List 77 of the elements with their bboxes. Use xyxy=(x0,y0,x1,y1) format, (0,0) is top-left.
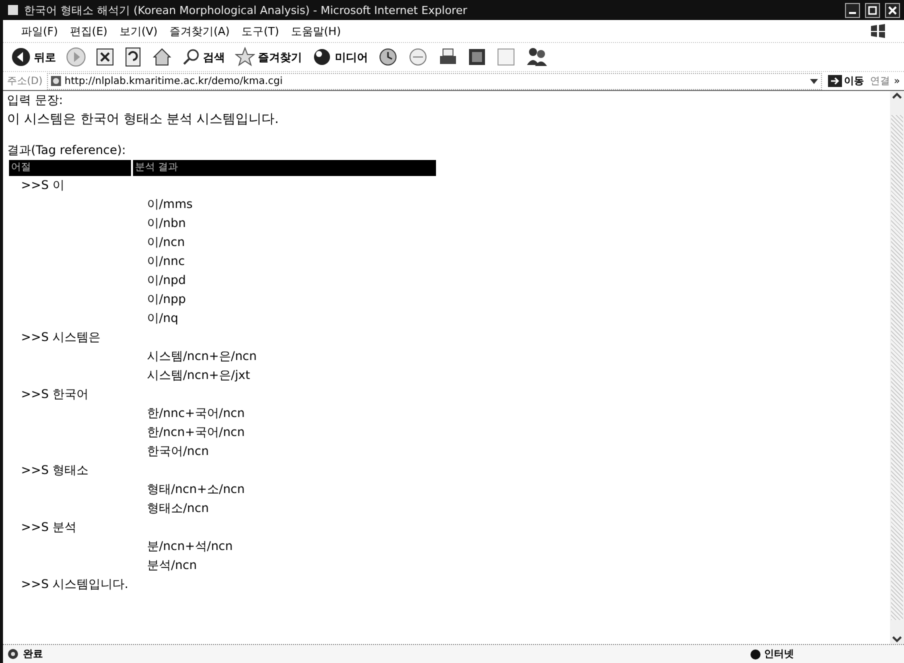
word-text: >>S 시스템입니다. xyxy=(20,576,130,593)
menu-item[interactable]: 편집(E) xyxy=(70,24,108,38)
word-text: >>S 형태소 xyxy=(20,462,90,479)
go-button[interactable]: 이동 xyxy=(826,74,866,88)
address-label: 주소(D) xyxy=(7,75,43,88)
menu-item[interactable]: 도움말(H) xyxy=(291,24,341,38)
address-field[interactable]: http://nlplab.kmaritime.ac.kr/demo/kma.cgi xyxy=(46,72,822,90)
analysis-text: 분/ncn+석/ncn xyxy=(146,538,234,555)
media-icon xyxy=(312,47,332,67)
browser-icon xyxy=(7,4,19,16)
column-header: 어절 xyxy=(9,160,131,176)
minimize-icon xyxy=(849,12,856,14)
zone-text: 인터넷 xyxy=(764,648,794,661)
analysis-text: 한국어/ncn xyxy=(146,443,210,460)
analysis-text: 이/nbn xyxy=(146,215,187,232)
menu-item[interactable]: 도구(T) xyxy=(242,24,279,38)
maximize-button[interactable] xyxy=(865,2,880,18)
analysis-text: 형태/ncn+소/ncn xyxy=(146,481,246,498)
dropdown-icon xyxy=(808,76,819,86)
input-sentence: 이 시스템은 한국어 형태소 분석 시스템입니다. xyxy=(7,111,280,129)
menu-item[interactable]: 즐겨찾기(A) xyxy=(170,24,230,38)
maximize-icon xyxy=(868,6,877,14)
analysis-text: 시스템/ncn+은/ncn xyxy=(146,348,258,365)
result-label: 결과(Tag reference): xyxy=(7,142,127,159)
more-button[interactable]: » xyxy=(894,76,900,86)
analysis-text: 한/ncn+국어/ncn xyxy=(146,424,246,441)
analysis-text: 이/ncn xyxy=(146,234,186,251)
analysis-text: 이/npd xyxy=(146,272,187,289)
close-icon xyxy=(888,6,897,14)
home-icon xyxy=(152,47,172,67)
analysis-text: 한/nnc+국어/ncn xyxy=(146,405,246,422)
input-label: 입력 문장: xyxy=(7,92,64,109)
scroll-down-icon[interactable] xyxy=(892,634,902,644)
back-icon xyxy=(11,47,31,67)
analysis-text: 이/mms xyxy=(146,196,194,213)
window-title: 한국어 형태소 해석기 (Korean Morphological Analysis) - Microsoft Internet Explorer xyxy=(24,2,468,18)
document-icon xyxy=(468,48,486,66)
stop-button[interactable] xyxy=(94,47,116,67)
search-icon xyxy=(182,48,200,66)
arrow-icon xyxy=(828,75,842,87)
close-button[interactable] xyxy=(885,2,900,18)
clock-icon xyxy=(378,47,398,67)
word-text: >>S 이 xyxy=(20,177,66,194)
scroll-up-icon[interactable] xyxy=(892,91,902,101)
analysis-text: 이/nnc xyxy=(146,253,186,270)
word-text: >>S 분석 xyxy=(20,519,78,536)
status-text: 완료 xyxy=(23,648,44,661)
analysis-text: 형태소/ncn xyxy=(146,500,210,517)
forward-button[interactable] xyxy=(64,47,88,67)
scrollbar[interactable] xyxy=(890,91,904,644)
minimize-button[interactable] xyxy=(845,2,860,18)
star-icon xyxy=(235,47,255,67)
column-header: 분석 결과 xyxy=(133,160,436,176)
stop-icon xyxy=(96,47,114,67)
word-text: >>S 시스템은 xyxy=(20,329,102,346)
forward-icon xyxy=(66,47,86,67)
page-icon xyxy=(50,75,62,87)
page-icon xyxy=(124,47,142,67)
printer-icon xyxy=(438,47,458,67)
links-button[interactable]: 연결 xyxy=(870,74,890,88)
back-button[interactable]: 뒤로 xyxy=(9,47,58,67)
media-button[interactable]: 미디어 xyxy=(310,47,370,67)
menu-item[interactable]: 보기(V) xyxy=(119,24,158,38)
windows-logo-icon xyxy=(870,23,886,39)
analysis-text: 이/nq xyxy=(146,310,180,327)
analysis-text: 이/npp xyxy=(146,291,187,308)
menu-item[interactable]: 파일(F) xyxy=(21,24,58,38)
word-text: >>S 한국어 xyxy=(20,386,90,403)
search-button[interactable]: 검색 xyxy=(180,48,227,66)
favorites-button[interactable]: 즐겨찾기 xyxy=(233,47,304,67)
analysis-text: 분석/ncn xyxy=(146,557,198,574)
analysis-text: 시스템/ncn+은/jxt xyxy=(146,367,252,384)
messenger-button[interactable] xyxy=(524,47,550,67)
home-button[interactable] xyxy=(150,47,174,67)
page-status-icon xyxy=(7,648,19,660)
people-icon xyxy=(526,47,548,67)
edit-button[interactable] xyxy=(466,48,488,66)
